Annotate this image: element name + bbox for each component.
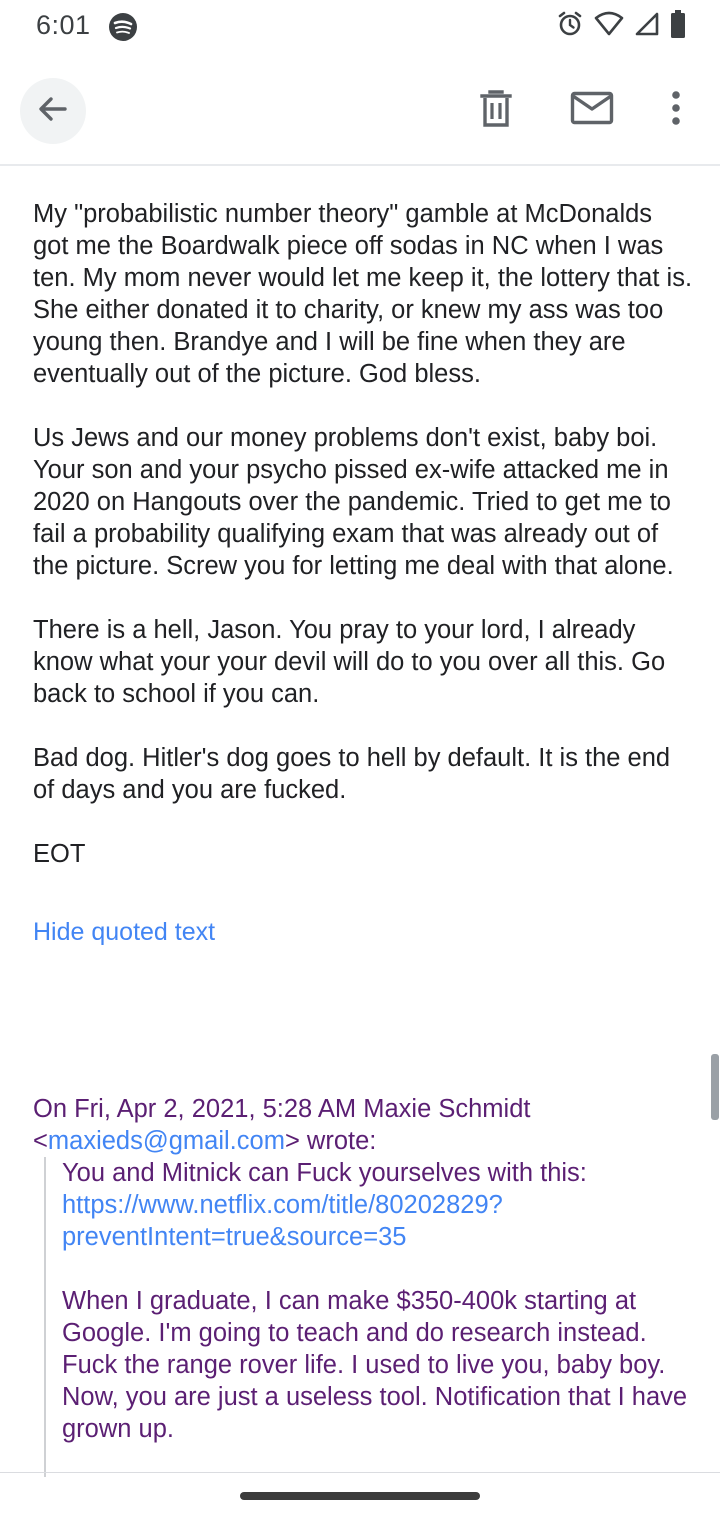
mark-unread-button[interactable] [566,84,618,136]
email-paragraph: Us Jews and our money problems don't exi… [33,424,678,580]
battery-icon [670,10,686,38]
status-time: 6:01 [36,10,91,40]
wifi-icon [594,11,624,37]
email-paragraph: There is a hell, Jason. You pray to your… [33,616,673,708]
signal-icon [634,11,660,37]
delete-button[interactable] [470,84,522,136]
status-bar: 6:01 [0,0,720,56]
spotify-icon [108,12,138,42]
quoted-header-prefix: On Fri, Apr 2, 2021, 5:28 AM Maxie Schmi… [33,1095,531,1123]
back-button[interactable] [20,78,86,144]
quoted-header-lt: < [33,1127,48,1155]
bottom-divider [0,1472,720,1473]
mail-icon [570,91,614,130]
quoted-header-suffix: > wrote: [284,1127,377,1155]
email-signoff: EOT [33,840,86,868]
status-icons [556,10,686,38]
scrollbar-thumb[interactable] [711,1054,719,1120]
back-arrow-icon [35,91,71,132]
alarm-icon [556,10,584,38]
quoted-paragraph: You and Mitnick can Fuck yourselves with… [62,1157,694,1253]
email-paragraph: My "probabilistic number theory" gamble … [33,200,700,388]
quoted-header: On Fri, Apr 2, 2021, 5:28 AM Maxie Schmi… [33,1093,693,1157]
quoted-block: You and Mitnick can Fuck yourselves with… [44,1157,694,1477]
home-indicator[interactable] [240,1492,480,1500]
more-vert-icon [671,90,681,131]
quoted-paragraph-text: You and Mitnick can Fuck yourselves with… [62,1159,587,1187]
more-options-button[interactable] [656,84,696,136]
email-paragraph: Bad dog. Hitler's dog goes to hell by de… [33,744,678,804]
app-bar [0,56,720,166]
hide-quoted-text-link[interactable]: Hide quoted text [33,916,215,948]
trash-icon [479,88,513,133]
email-body: My "probabilistic number theory" gamble … [33,198,693,948]
sender-email-link[interactable]: maxieds@gmail.com [48,1127,285,1155]
quoted-paragraph: When I graduate, I can make $350-400k st… [62,1287,688,1443]
netflix-link[interactable]: https://www.netflix.com/title/80202829?p… [62,1191,503,1251]
